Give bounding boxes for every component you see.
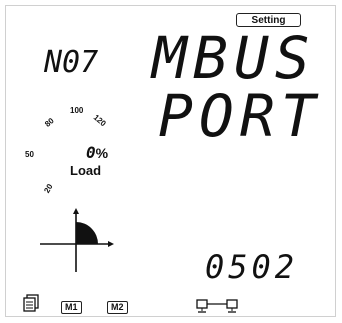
load-label: Load xyxy=(70,163,102,178)
display-line-1: MBUS xyxy=(152,24,316,92)
quadrant-indicator xyxy=(40,208,114,272)
gauge-tick-100: 100 xyxy=(70,106,84,115)
x-axis-arrow-icon xyxy=(108,241,114,247)
load-percent-value: 0 xyxy=(86,143,96,162)
quadrant-1-indicator xyxy=(76,222,98,244)
load-percent-unit: % xyxy=(95,145,109,161)
item-number: N07 xyxy=(44,45,99,80)
network-icon xyxy=(196,299,238,313)
load-percent: 0% xyxy=(86,143,108,163)
display-value: 0502 xyxy=(205,248,299,286)
m1-indicator: M1 xyxy=(61,301,82,314)
m2-indicator: M2 xyxy=(107,301,128,314)
gauge-tick-50: 50 xyxy=(25,150,34,159)
y-axis-arrow-icon xyxy=(73,208,79,214)
meter-icon xyxy=(23,294,39,312)
display-line-2: PORT xyxy=(158,82,322,150)
